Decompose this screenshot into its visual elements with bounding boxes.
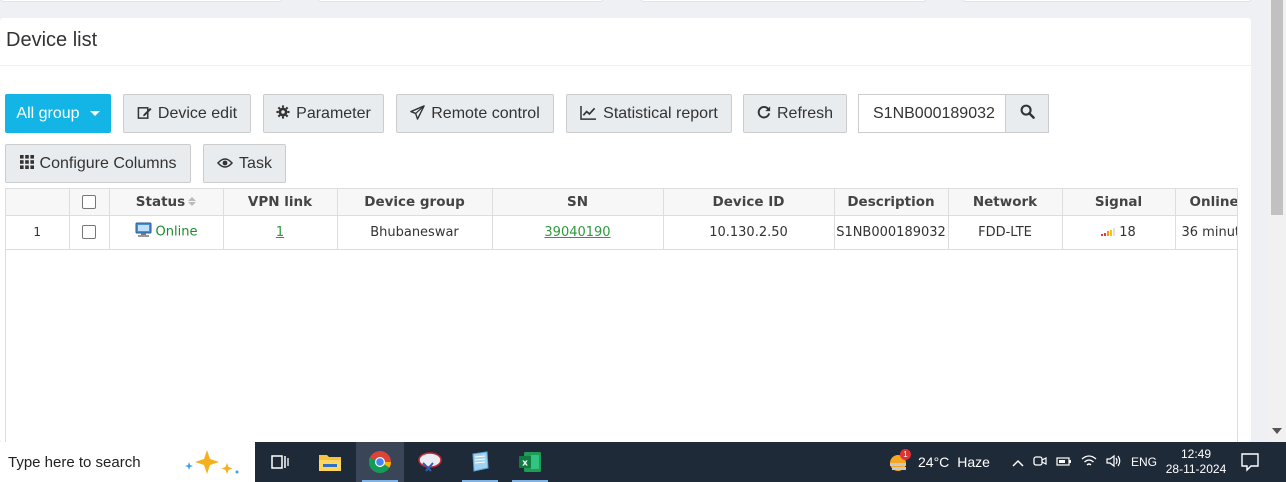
refresh-icon [757,105,771,122]
taskbar-search-placeholder: Type here to search [8,453,141,471]
row-network: FDD-LTE [948,215,1063,250]
signal-value: 18 [1119,224,1136,240]
row-description: S1NB000189032 [834,215,949,250]
header-signal: Signal [1062,189,1176,216]
statistical-report-label: Statistical report [603,104,718,122]
row-select [69,215,110,250]
meet-now-icon[interactable] [1033,454,1047,471]
refresh-label: Refresh [776,104,834,122]
page-title: Device list [6,29,98,51]
chrome-icon[interactable] [356,442,404,482]
excel-icon[interactable]: x [506,442,554,482]
search-icon [1020,104,1035,124]
header-device-id: Device ID [663,189,835,216]
vpn-link[interactable]: 1 [276,225,284,240]
top-card-strip [0,0,1268,14]
weather-widget[interactable]: 1 24°C Haze [886,442,990,482]
search-input[interactable] [858,94,1006,133]
page-scrollbar[interactable] [1268,0,1286,442]
eye-icon [217,156,234,172]
row-status: Online [109,215,224,250]
caret-down-icon [89,111,100,116]
header-index [6,189,70,216]
line-chart-icon [580,105,597,123]
divider [0,65,1251,66]
weather-sun-icon: 1 [886,449,912,473]
header-select-all [69,189,110,216]
scroll-thumb[interactable] [1271,0,1283,215]
battery-icon[interactable] [1056,455,1072,470]
remote-control-label: Remote control [431,104,540,122]
table-row[interactable]: 1 Online 1 Bhubaneswar 39040190 10.130.2… [6,215,1237,250]
copilot-sparkle-icon [183,448,243,482]
top-card [962,0,1252,2]
search-button[interactable] [1005,94,1049,133]
header-vpn-link: VPN link [223,189,338,216]
top-card [640,0,927,2]
parameter-button[interactable]: Parameter [263,94,384,133]
top-card [317,0,604,2]
row-index: 1 [6,215,70,250]
header-status[interactable]: Status [109,189,224,216]
device-edit-button[interactable]: Device edit [123,94,251,133]
weather-description: Haze [957,454,990,470]
parameter-label: Parameter [296,104,371,122]
language-indicator[interactable]: ENG [1131,455,1157,469]
weather-temperature: 24°C [918,454,950,470]
file-explorer-icon[interactable] [306,442,354,482]
signal-bars-icon [1101,228,1116,236]
device-table: Status VPN link Device group SN Device I… [5,188,1238,442]
volume-icon[interactable] [1106,454,1122,471]
sn-link[interactable]: 39040190 [544,225,610,240]
system-tray: ENG [1012,442,1157,482]
grid-icon [19,155,34,172]
computer-icon [135,222,152,242]
row-sn[interactable]: 39040190 [492,215,664,250]
clock-time: 12:49 [1180,447,1212,461]
header-device-group: Device group [337,189,493,216]
edit-icon [137,105,152,123]
clock[interactable]: 12:49 28-11-2024 [1164,442,1228,482]
notification-icon[interactable] [1240,442,1260,482]
device-edit-label: Device edit [157,104,238,122]
chevron-up-icon[interactable] [1012,455,1024,470]
configure-columns-button[interactable]: Configure Columns [5,144,191,183]
refresh-button[interactable]: Refresh [743,94,847,133]
table-header-row: Status VPN link Device group SN Device I… [6,189,1237,216]
snipping-tool-icon[interactable] [406,442,454,482]
taskbar-search-box[interactable]: Type here to search [0,442,255,482]
windows-taskbar: Type here to search x 1 24°C Haze ENG 12… [0,442,1286,482]
weather-badge: 1 [900,449,911,460]
task-view-icon[interactable] [256,442,304,482]
scroll-down-arrow-icon[interactable] [1272,428,1282,434]
paper-plane-icon [410,104,426,123]
top-card [0,0,283,2]
sort-icon [188,197,197,207]
statistical-report-button[interactable]: Statistical report [566,94,732,133]
status-online-text: Online [155,224,198,240]
header-sn: SN [492,189,664,216]
gear-icon [276,105,290,122]
row-vpn-link[interactable]: 1 [223,215,338,250]
remote-control-button[interactable]: Remote control [396,94,554,133]
row-device-id: 10.130.2.50 [663,215,835,250]
header-description: Description [834,189,949,216]
header-online: Online [1175,189,1237,216]
row-device-group: Bhubaneswar [337,215,493,250]
header-status-label: Status [135,193,186,210]
row-signal: 18 [1062,215,1176,250]
row-online: 36 minut [1175,215,1237,250]
select-all-checkbox[interactable] [82,194,96,209]
all-group-dropdown[interactable]: All group [5,94,111,133]
header-network: Network [948,189,1063,216]
task-label: Task [239,154,272,172]
task-button[interactable]: Task [203,144,286,183]
wifi-icon[interactable] [1081,454,1097,471]
row-checkbox[interactable] [82,225,96,239]
all-group-label: All group [16,104,80,122]
svg-text:x: x [522,459,528,469]
notepad-icon[interactable] [456,442,504,482]
configure-columns-label: Configure Columns [39,154,177,172]
clock-date: 28-11-2024 [1165,462,1227,476]
